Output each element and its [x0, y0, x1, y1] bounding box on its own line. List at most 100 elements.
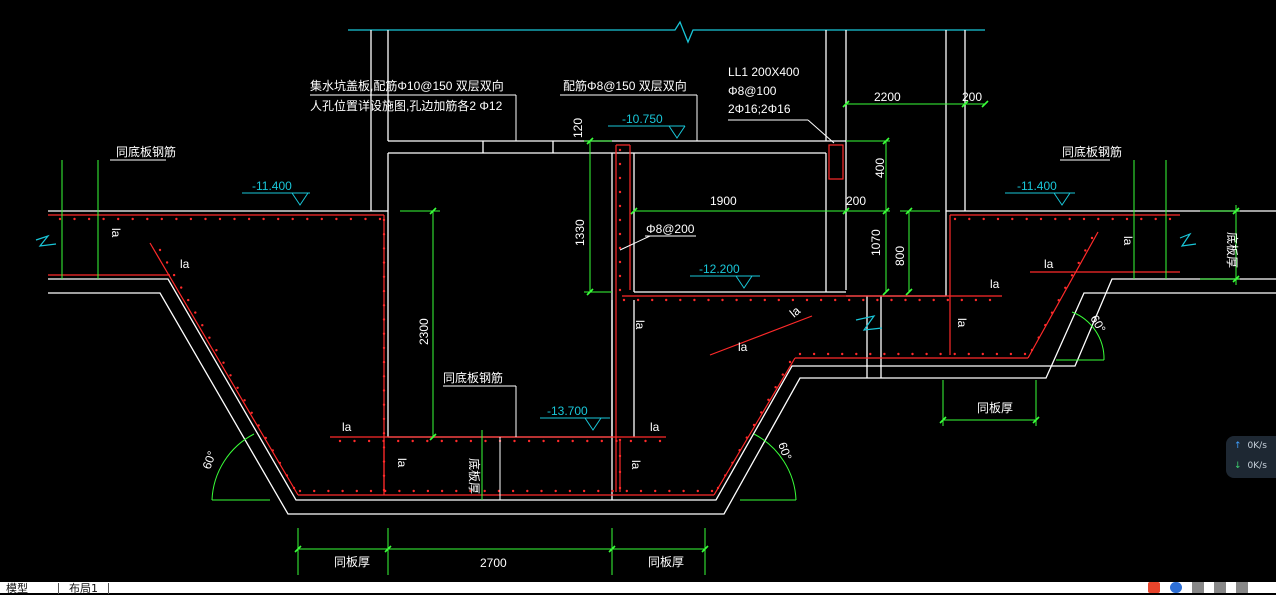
rebar-dot: [618, 274, 622, 278]
label-same-thk-2: 同板厚: [648, 555, 684, 569]
label-la-2: la: [342, 420, 352, 434]
rebar-dot: [382, 346, 386, 350]
rebar-dot: [382, 275, 386, 278]
rebar-lines: [48, 144, 1180, 496]
upload-speed: 0K/s: [1247, 441, 1267, 451]
rebar-dot: [382, 332, 386, 335]
label-la-1: la: [180, 257, 190, 271]
rebar-dot: [967, 352, 970, 356]
rebar-dot: [1090, 236, 1094, 240]
rebar-dot: [1168, 217, 1172, 221]
rebar-dot: [247, 217, 251, 221]
rebar-dot: [629, 439, 633, 443]
rebar-dot: [382, 446, 386, 449]
rebar-dot: [440, 439, 443, 443]
rebar-dot: [172, 273, 176, 277]
dim-angle-mid: 60°: [775, 440, 794, 462]
elev-left: -11.400: [252, 179, 292, 193]
rebar-dot: [805, 298, 809, 302]
rebar-dot: [58, 217, 62, 221]
rebar-dot: [600, 439, 603, 443]
language-icon[interactable]: [1170, 582, 1182, 593]
rebar-dot: [618, 438, 622, 442]
rebar-dot: [939, 352, 942, 356]
rebar-dot: [1084, 249, 1087, 252]
rebar-dot: [1077, 261, 1080, 265]
rebar-dot: [636, 298, 640, 302]
rebar-dot: [819, 298, 823, 302]
rebar-dot: [883, 352, 886, 356]
input-method-icon[interactable]: [1148, 582, 1160, 593]
rebar-dot: [777, 298, 780, 302]
rebar-dot: [540, 489, 543, 493]
rebar-dot: [654, 489, 657, 493]
rebar-dot: [658, 439, 662, 443]
rebar-dot: [618, 162, 622, 166]
rebar-dot: [622, 298, 626, 302]
dim-1070: 1070: [869, 229, 883, 256]
label-cover-reinf: 配筋Φ8@150 双层双向: [563, 78, 687, 93]
rebar-dot: [87, 217, 91, 221]
upload-speed-row: ↑ 0K/s: [1226, 436, 1276, 456]
rebar-dot: [382, 289, 386, 293]
label-la-13: la: [109, 228, 123, 238]
rebar-dot: [735, 298, 738, 302]
rebar-dot: [382, 474, 386, 477]
label-slab-thk-center: 底板厚: [467, 458, 482, 494]
rebar-dot: [982, 217, 985, 221]
rebar-dot: [382, 375, 386, 378]
rebar-dot: [781, 373, 784, 376]
rebar-dot: [554, 489, 557, 493]
rebar-dot: [651, 298, 654, 302]
rebar-dot: [812, 352, 816, 356]
rebar-dot: [1025, 217, 1028, 221]
elev-mid: -12.200: [699, 262, 740, 276]
rebar-dot: [194, 311, 197, 314]
rebar-dot: [1037, 336, 1040, 339]
tab-model[interactable]: 模型: [6, 583, 28, 594]
rebar-dot: [1057, 299, 1060, 302]
tray-icon-4[interactable]: [1214, 582, 1226, 593]
rebar-dot: [397, 439, 400, 443]
rebar-dot: [644, 439, 647, 443]
cad-drawing-canvas[interactable]: 集水坑盖板,配筋Φ10@150 双层双向 人孔位置详设施图,孔边加筋各2 Φ12…: [0, 0, 1276, 582]
rebar-dot: [278, 461, 282, 465]
tray-icon-5[interactable]: [1236, 582, 1248, 593]
rebar-dot: [291, 217, 294, 221]
rebar-dot: [483, 489, 486, 493]
rebar-dot: [1044, 323, 1047, 327]
rebar-dot: [763, 298, 766, 302]
rebar-dot: [353, 439, 356, 443]
rebar-dot: [455, 489, 458, 493]
rebar-dot: [513, 439, 516, 443]
rebar-dots: [58, 148, 1172, 493]
label-la-11: la: [1121, 236, 1135, 246]
rebar-dot: [618, 148, 622, 152]
rebar-dot: [639, 489, 643, 493]
rebar-dot: [767, 398, 770, 401]
rebar-dot: [597, 489, 600, 493]
rebar-dot: [932, 298, 935, 302]
rebar-dot: [285, 474, 289, 477]
rebar-dot: [869, 352, 872, 356]
rebar-dot: [571, 439, 574, 443]
rebar-dot: [848, 298, 851, 302]
dim-200-top: 200: [962, 90, 982, 104]
rebar-dot: [918, 298, 921, 302]
rebar-dot: [1097, 217, 1100, 221]
rebar-dot: [189, 217, 193, 221]
rebar-dot: [1082, 217, 1086, 221]
rebar-dot: [696, 489, 699, 493]
rebar-dot: [1070, 274, 1074, 277]
label-same-bottom-center: 同底板钢筋: [443, 370, 503, 385]
rebar-dot: [306, 217, 309, 221]
network-speed-widget[interactable]: ↑ 0K/s ↓ 0K/s: [1226, 436, 1276, 478]
tab-layout1[interactable]: 布局1: [58, 583, 109, 594]
tray-icon-3[interactable]: [1192, 582, 1204, 593]
rebar-dot: [526, 489, 529, 493]
rebar-dot: [618, 218, 622, 222]
rebar-dot: [469, 439, 473, 443]
rebar-dot: [968, 217, 971, 221]
rebar-dot: [527, 439, 531, 443]
rebar-dot: [618, 246, 622, 250]
